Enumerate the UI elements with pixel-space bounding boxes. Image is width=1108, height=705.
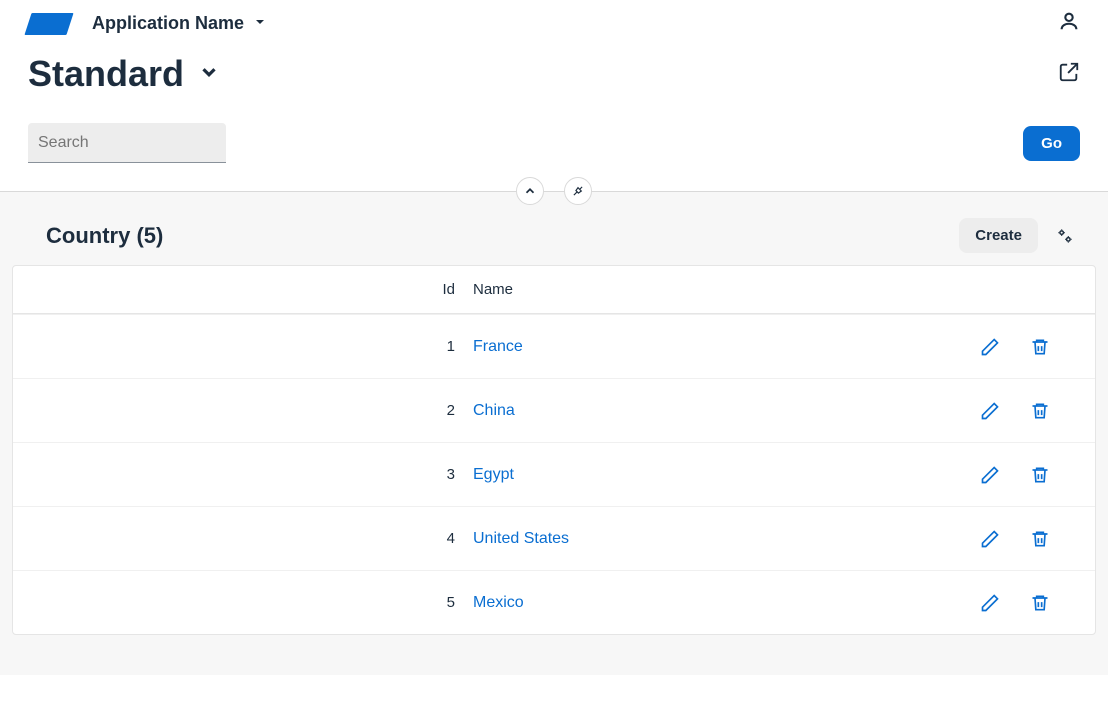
delete-icon[interactable] xyxy=(1030,401,1050,421)
row-name-link[interactable]: Egypt xyxy=(473,466,514,483)
country-table: Id Name 1France2China3Egypt4United State… xyxy=(12,265,1096,635)
edit-icon[interactable] xyxy=(980,529,1000,549)
delete-icon[interactable] xyxy=(1030,337,1050,357)
edit-icon[interactable] xyxy=(980,337,1000,357)
panel-title: Country (5) xyxy=(46,223,163,249)
edit-icon[interactable] xyxy=(980,593,1000,613)
pin-button[interactable] xyxy=(564,177,592,205)
app-name-dropdown[interactable]: Application Name xyxy=(92,13,266,34)
row-id: 4 xyxy=(13,530,473,547)
row-id: 1 xyxy=(13,338,473,355)
table-row: 1France xyxy=(13,314,1095,378)
create-button[interactable]: Create xyxy=(959,218,1038,253)
settings-icon[interactable] xyxy=(1052,223,1078,249)
table-header: Id Name xyxy=(13,266,1095,314)
table-row: 4United States xyxy=(13,506,1095,570)
page-title: Standard xyxy=(28,53,184,95)
edit-icon[interactable] xyxy=(980,465,1000,485)
row-name-link[interactable]: France xyxy=(473,338,523,355)
delete-icon[interactable] xyxy=(1030,465,1050,485)
search-input[interactable] xyxy=(28,123,226,163)
row-id: 5 xyxy=(13,594,473,611)
row-id: 2 xyxy=(13,402,473,419)
row-name-link[interactable]: United States xyxy=(473,530,569,547)
caret-down-icon xyxy=(254,15,266,33)
edit-icon[interactable] xyxy=(980,401,1000,421)
table-row: 5Mexico xyxy=(13,570,1095,634)
column-name: Name xyxy=(473,281,955,298)
logo xyxy=(24,13,73,35)
collapse-button[interactable] xyxy=(516,177,544,205)
go-button[interactable]: Go xyxy=(1023,126,1080,161)
user-icon[interactable] xyxy=(1058,10,1080,37)
row-id: 3 xyxy=(13,466,473,483)
delete-icon[interactable] xyxy=(1030,529,1050,549)
delete-icon[interactable] xyxy=(1030,593,1050,613)
row-name-link[interactable]: China xyxy=(473,402,515,419)
table-row: 2China xyxy=(13,378,1095,442)
chevron-down-icon xyxy=(198,61,220,88)
share-icon[interactable] xyxy=(1058,61,1080,88)
app-name: Application Name xyxy=(92,13,244,34)
row-name-link[interactable]: Mexico xyxy=(473,594,524,611)
table-row: 3Egypt xyxy=(13,442,1095,506)
column-id: Id xyxy=(13,281,473,298)
page-title-dropdown[interactable]: Standard xyxy=(28,53,220,95)
